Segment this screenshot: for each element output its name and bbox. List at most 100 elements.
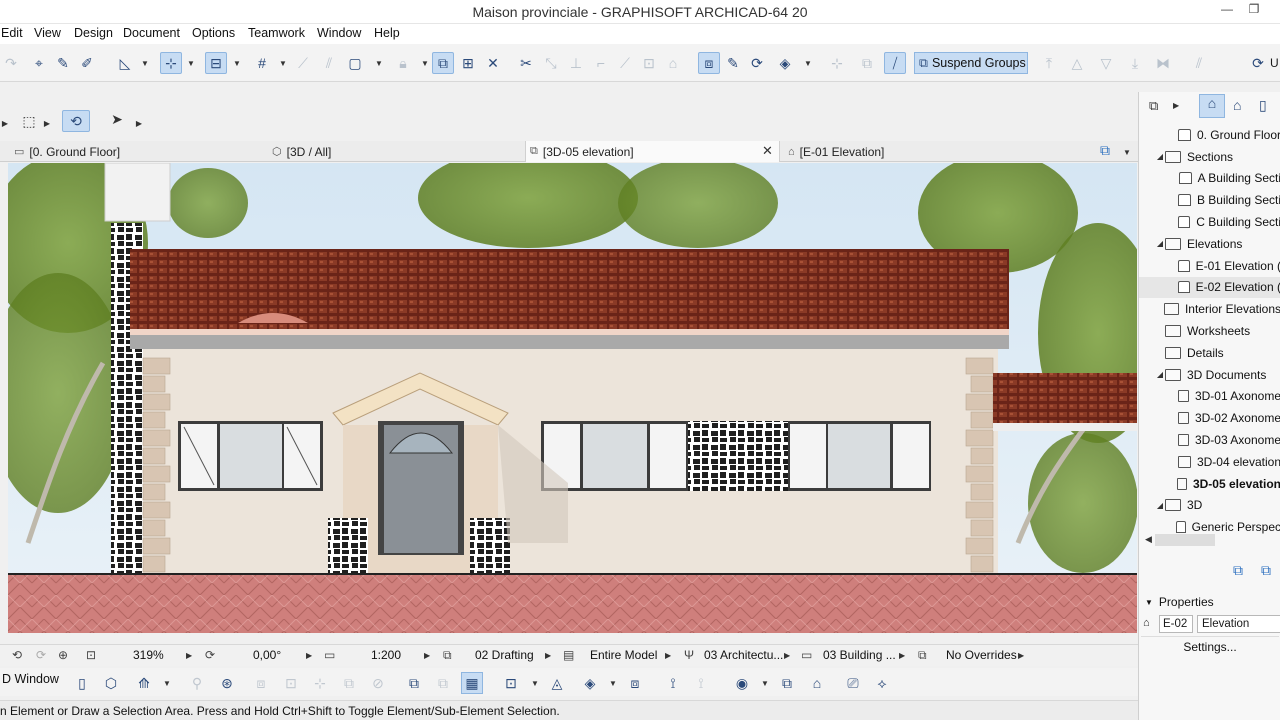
grid-snap-icon[interactable]: # [251,52,273,74]
tree-item[interactable]: E-01 Elevation ( [1139,255,1280,277]
cursor-snap-icon[interactable]: ⟋ [292,52,314,74]
solid-ops-icon[interactable]: ◈ [774,52,796,74]
graphic-overrides[interactable]: No Overrides [946,648,1017,662]
chevron-down-icon[interactable]: ▼ [1122,141,1132,163]
tab-3d-all[interactable]: ⬡ [3D / All] [268,141,523,162]
chevron-right-icon[interactable]: ▶ [0,112,10,134]
chevron-right-icon[interactable]: ▶ [1018,651,1024,660]
layer-combination[interactable]: 02 Drafting [475,648,534,662]
suspend-icon[interactable]: ⧸ [884,52,906,74]
redo-icon[interactable]: ↷ [0,52,22,74]
tree-item[interactable]: 3D-05 elevation [1139,473,1280,495]
bring-forward-icon[interactable]: △ [1066,52,1088,74]
tree-item[interactable]: C Building Secti [1139,211,1280,233]
chevron-down-icon[interactable]: ▼ [232,52,242,74]
copy-view-icon[interactable]: ⧉ [432,672,454,694]
orbit-icon[interactable]: ⟲ [62,110,90,132]
settings-button[interactable]: Settings... [1141,636,1279,656]
tab-e01-elevation[interactable]: ⌂ [E-01 Elevation] [784,141,1039,162]
chevron-down-icon[interactable]: ▼ [140,52,150,74]
chevron-right-icon[interactable]: ▶ [784,651,790,660]
walk-icon[interactable]: ⚲ [186,672,208,694]
view-settings-icon[interactable]: ⧉ [1233,562,1243,579]
expand-toggle-icon[interactable]: ◢ [1155,239,1165,248]
align-icon[interactable]: ⊹ [826,52,848,74]
ungroup-icon[interactable]: ⊞ [457,52,479,74]
tree-item[interactable]: Details [1139,342,1280,364]
send-backward-icon[interactable]: ▽ [1095,52,1117,74]
chevron-down-icon[interactable]: ▼ [528,672,542,694]
group-icon[interactable]: ⧉ [432,52,454,74]
chevron-down-icon[interactable]: ▼ [278,52,288,74]
grid-toggle-icon[interactable]: ⫽ [318,52,340,74]
chevron-right-icon[interactable]: ▶ [665,651,671,660]
tree-item[interactable]: ◢ 3D [1139,495,1280,517]
chevron-right-icon[interactable]: ▶ [134,112,144,134]
chevron-down-icon[interactable]: ▼ [758,672,772,694]
teamwork-icon[interactable]: ⟳ [1247,52,1269,74]
measure-icon[interactable]: ◺ [114,52,136,74]
minimize-button[interactable]: — [1216,2,1238,20]
tab-ground-floor[interactable]: ▭ [0. Ground Floor] [10,141,265,162]
menu-document[interactable]: Document [123,26,180,40]
chevron-down-icon[interactable]: ▼ [374,52,384,74]
perspective-icon[interactable]: ⬡ [100,672,122,694]
tree-item[interactable]: ◢ Elevations [1139,233,1280,255]
sun-icon[interactable]: ◬ [546,672,568,694]
cutaway-icon[interactable]: ⧈ [250,672,272,694]
tree-item[interactable]: 3D-02 Axonome [1139,407,1280,429]
chevron-down-icon[interactable]: ▼ [606,672,620,694]
intersect-icon[interactable]: ⊥ [565,52,587,74]
pencil-icon[interactable]: ✎ [722,52,744,74]
properties-header[interactable]: ▼ Properties [1139,592,1280,612]
resize-icon[interactable]: ⊡ [638,52,660,74]
chevron-right-icon[interactable]: ▶ [545,651,551,660]
chevron-down-icon[interactable]: ▼ [186,52,196,74]
zoom-window-icon[interactable]: ⊡ [500,672,522,694]
menu-help[interactable]: Help [374,26,400,40]
chevron-down-icon[interactable]: ▼ [160,672,174,694]
menu-view[interactable]: View [34,26,61,40]
project-map-icon[interactable]: ⌂ [1199,94,1225,118]
rotation-angle[interactable]: 0,00° [253,648,281,662]
chevron-right-icon[interactable]: ▶ [424,651,430,660]
transfer-icon[interactable]: ⫽ [1188,52,1210,74]
expand-toggle-icon[interactable]: ◢ [1155,370,1165,379]
explore-icon[interactable]: ⊛ [216,672,238,694]
render-icon[interactable]: ⟟ [662,672,684,694]
menu-window[interactable]: Window [317,26,361,40]
tree-item[interactable]: 0. Ground Floor [1139,124,1280,146]
arrow-tool-icon[interactable]: ➤ [106,108,128,130]
section-box-icon[interactable]: ⧉ [776,672,798,694]
chevron-right-icon[interactable]: ▶ [1173,101,1179,110]
close-icon[interactable]: ✕ [762,143,773,159]
expand-toggle-icon[interactable]: ◢ [1155,501,1165,510]
show-selection-icon[interactable]: ⧉ [338,672,360,694]
parallel-projection-icon[interactable]: ▯ [71,672,93,694]
mirror-icon[interactable]: ⧓ [1152,52,1174,74]
chevron-down-icon[interactable]: ▼ [803,52,813,74]
lights-icon[interactable]: ⟟ [690,672,712,694]
zoom-level[interactable]: 319% [133,648,164,662]
chevron-left-icon[interactable]: ◀ [1145,534,1152,545]
layout-book-icon[interactable]: ▯ [1259,97,1267,114]
fillet-icon[interactable]: ⌐ [590,52,612,74]
tree-item[interactable]: ◢ 3D Documents [1139,364,1280,386]
layers-icon[interactable]: ▢ [344,52,366,74]
cutplane-icon[interactable]: ⊡ [280,672,302,694]
restore-button[interactable]: ❐ [1243,2,1265,20]
menu-design[interactable]: Design [74,26,113,40]
navigator-menu-icon[interactable]: ⧉ [1149,98,1158,114]
camera-icon[interactable]: ◉ [731,672,753,694]
snap-guides-icon[interactable]: ⊟ [205,52,227,74]
view-id-field[interactable]: E-02 [1159,615,1193,633]
chevron-right-icon[interactable]: ▶ [899,651,905,660]
projector-icon[interactable]: ⎚ [842,672,864,694]
effects-icon[interactable]: ⟡ [871,672,893,694]
tree-item[interactable]: E-02 Elevation ( [1139,276,1280,299]
tree-item[interactable]: Worksheets [1139,320,1280,342]
chevron-down-icon[interactable]: ▼ [420,52,430,74]
expand-toggle-icon[interactable]: ◢ [1155,152,1165,161]
guide-lines-icon[interactable]: ⊹ [160,52,182,74]
redo-zoom-icon[interactable]: ⟳ [36,648,46,662]
